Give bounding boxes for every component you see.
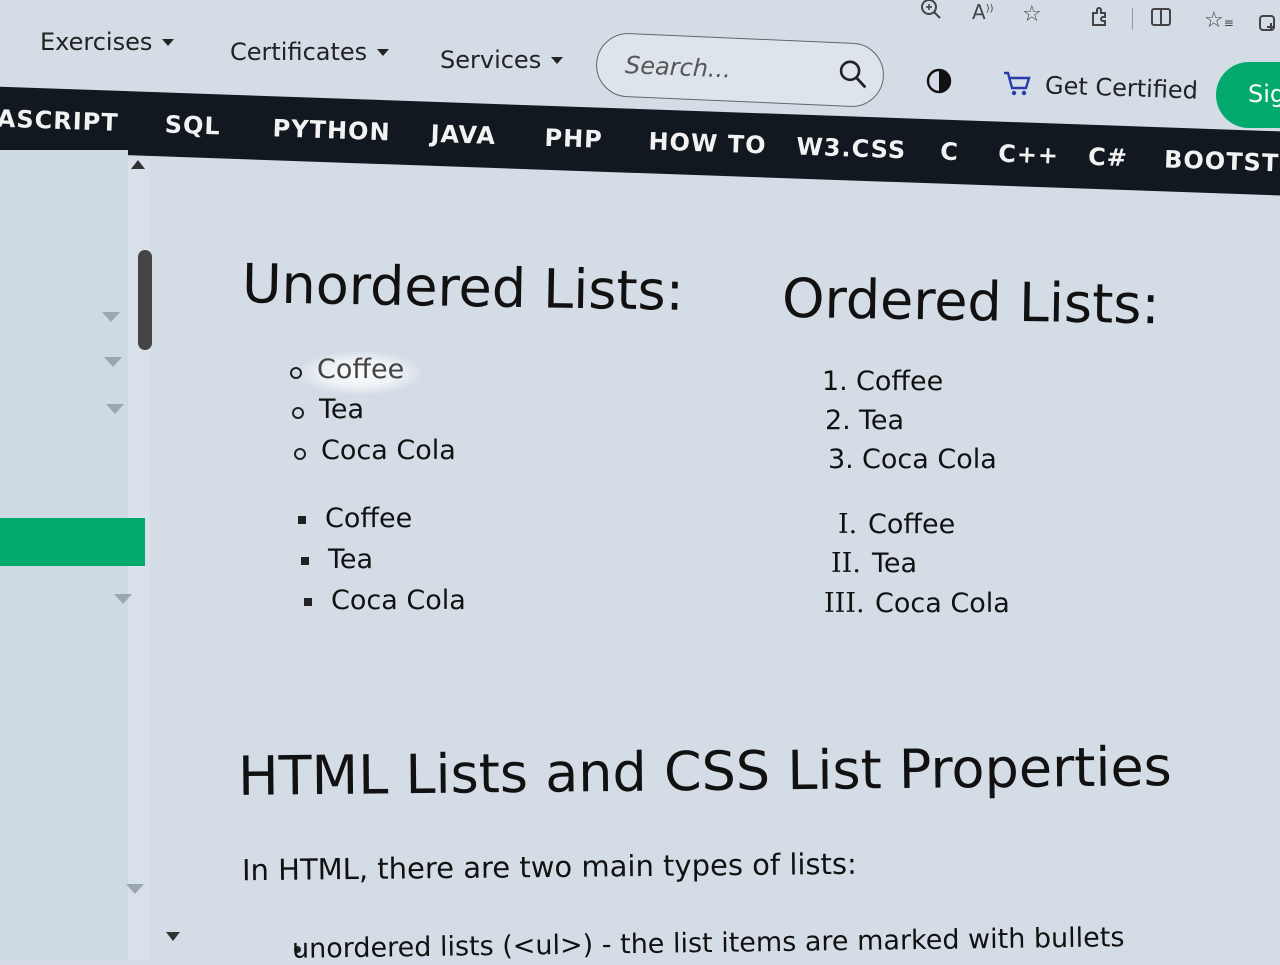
menu-exercises[interactable]: Exercises (40, 28, 175, 56)
circle-bullet-icon (290, 367, 302, 379)
lang-java[interactable]: JAVA (430, 120, 496, 150)
menu-exercises-label: Exercises (40, 28, 153, 56)
intro-paragraph: In HTML, there are two main types of lis… (241, 846, 857, 888)
caret-down-icon (377, 48, 390, 56)
lang-csharp[interactable]: C# (1088, 143, 1129, 172)
lang-w3css[interactable]: W3.CSS (796, 133, 907, 165)
list-marker: 1. (822, 366, 848, 397)
scroll-up-arrow-icon[interactable] (131, 160, 145, 169)
list-item: Tea (872, 548, 918, 579)
circle-bullet-icon (292, 407, 304, 419)
list-marker: II. (831, 548, 861, 579)
list-item: unordered lists (<ul>) - the list items … (291, 922, 1125, 965)
list-marker: 2. (825, 405, 851, 436)
unordered-lists-heading: Unordered Lists: (241, 252, 685, 323)
contrast-toggle-icon[interactable] (926, 68, 952, 94)
get-certified-link[interactable]: Get Certified (1045, 71, 1199, 104)
circle-bullet-icon (294, 448, 306, 460)
menu-services[interactable]: Services (440, 46, 564, 74)
signup-label: Sig (1248, 80, 1280, 108)
lang-bootstrap[interactable]: BOOTSTRA (1164, 145, 1280, 178)
list-item: Tea (319, 394, 365, 425)
square-bullet-icon (298, 516, 306, 524)
section-heading: HTML Lists and CSS List Properties (237, 735, 1173, 808)
list-item: Coffee (317, 354, 405, 385)
lang-sql[interactable]: SQL (164, 110, 221, 140)
menu-certificates-label: Certificates (230, 38, 368, 66)
sidebar-active-item[interactable] (0, 518, 145, 566)
menu-services-label: Services (440, 46, 542, 74)
cart-icon[interactable] (1002, 70, 1032, 98)
search-input[interactable] (622, 47, 828, 91)
chevron-down-icon[interactable] (102, 312, 120, 322)
chevron-down-icon[interactable] (114, 594, 132, 604)
search-box (594, 31, 886, 109)
caret-down-icon (162, 38, 175, 46)
list-item: Coca Cola (875, 588, 1010, 619)
list-item: Tea (328, 544, 374, 575)
chevron-down-icon[interactable] (106, 404, 124, 414)
list-item: Coffee (856, 366, 944, 397)
list-item: Coca Cola (862, 444, 997, 475)
list-item: Coffee (868, 509, 956, 540)
menu-certificates[interactable]: Certificates (230, 38, 390, 66)
lang-how-to[interactable]: HOW TO (648, 127, 767, 159)
caret-down-icon (551, 56, 564, 64)
ordered-lists-heading: Ordered Lists: (781, 266, 1161, 337)
list-marker: I. (838, 509, 858, 540)
signup-button[interactable]: Sig (1216, 62, 1280, 128)
list-marker: 3. (828, 444, 854, 475)
list-item: Tea (859, 405, 905, 436)
chevron-down-icon[interactable] (104, 357, 122, 367)
chevron-down-icon[interactable] (126, 884, 144, 894)
list-item: Coca Cola (321, 435, 456, 466)
scrollbar-thumb[interactable] (138, 250, 152, 350)
scroll-down-arrow-icon[interactable] (166, 932, 180, 941)
square-bullet-icon (304, 598, 312, 606)
search-icon[interactable] (836, 57, 869, 90)
square-bullet-icon (301, 557, 309, 565)
lang-javascript[interactable]: ASCRIPT (0, 105, 119, 137)
list-item: Coca Cola (331, 585, 466, 616)
lang-c[interactable]: C (940, 138, 960, 167)
list-item: Coffee (325, 503, 413, 534)
lang-php[interactable]: PHP (544, 124, 603, 154)
list-marker: III. (824, 588, 865, 619)
lang-cpp[interactable]: C++ (998, 140, 1060, 170)
lang-python[interactable]: PYTHON (272, 114, 391, 146)
